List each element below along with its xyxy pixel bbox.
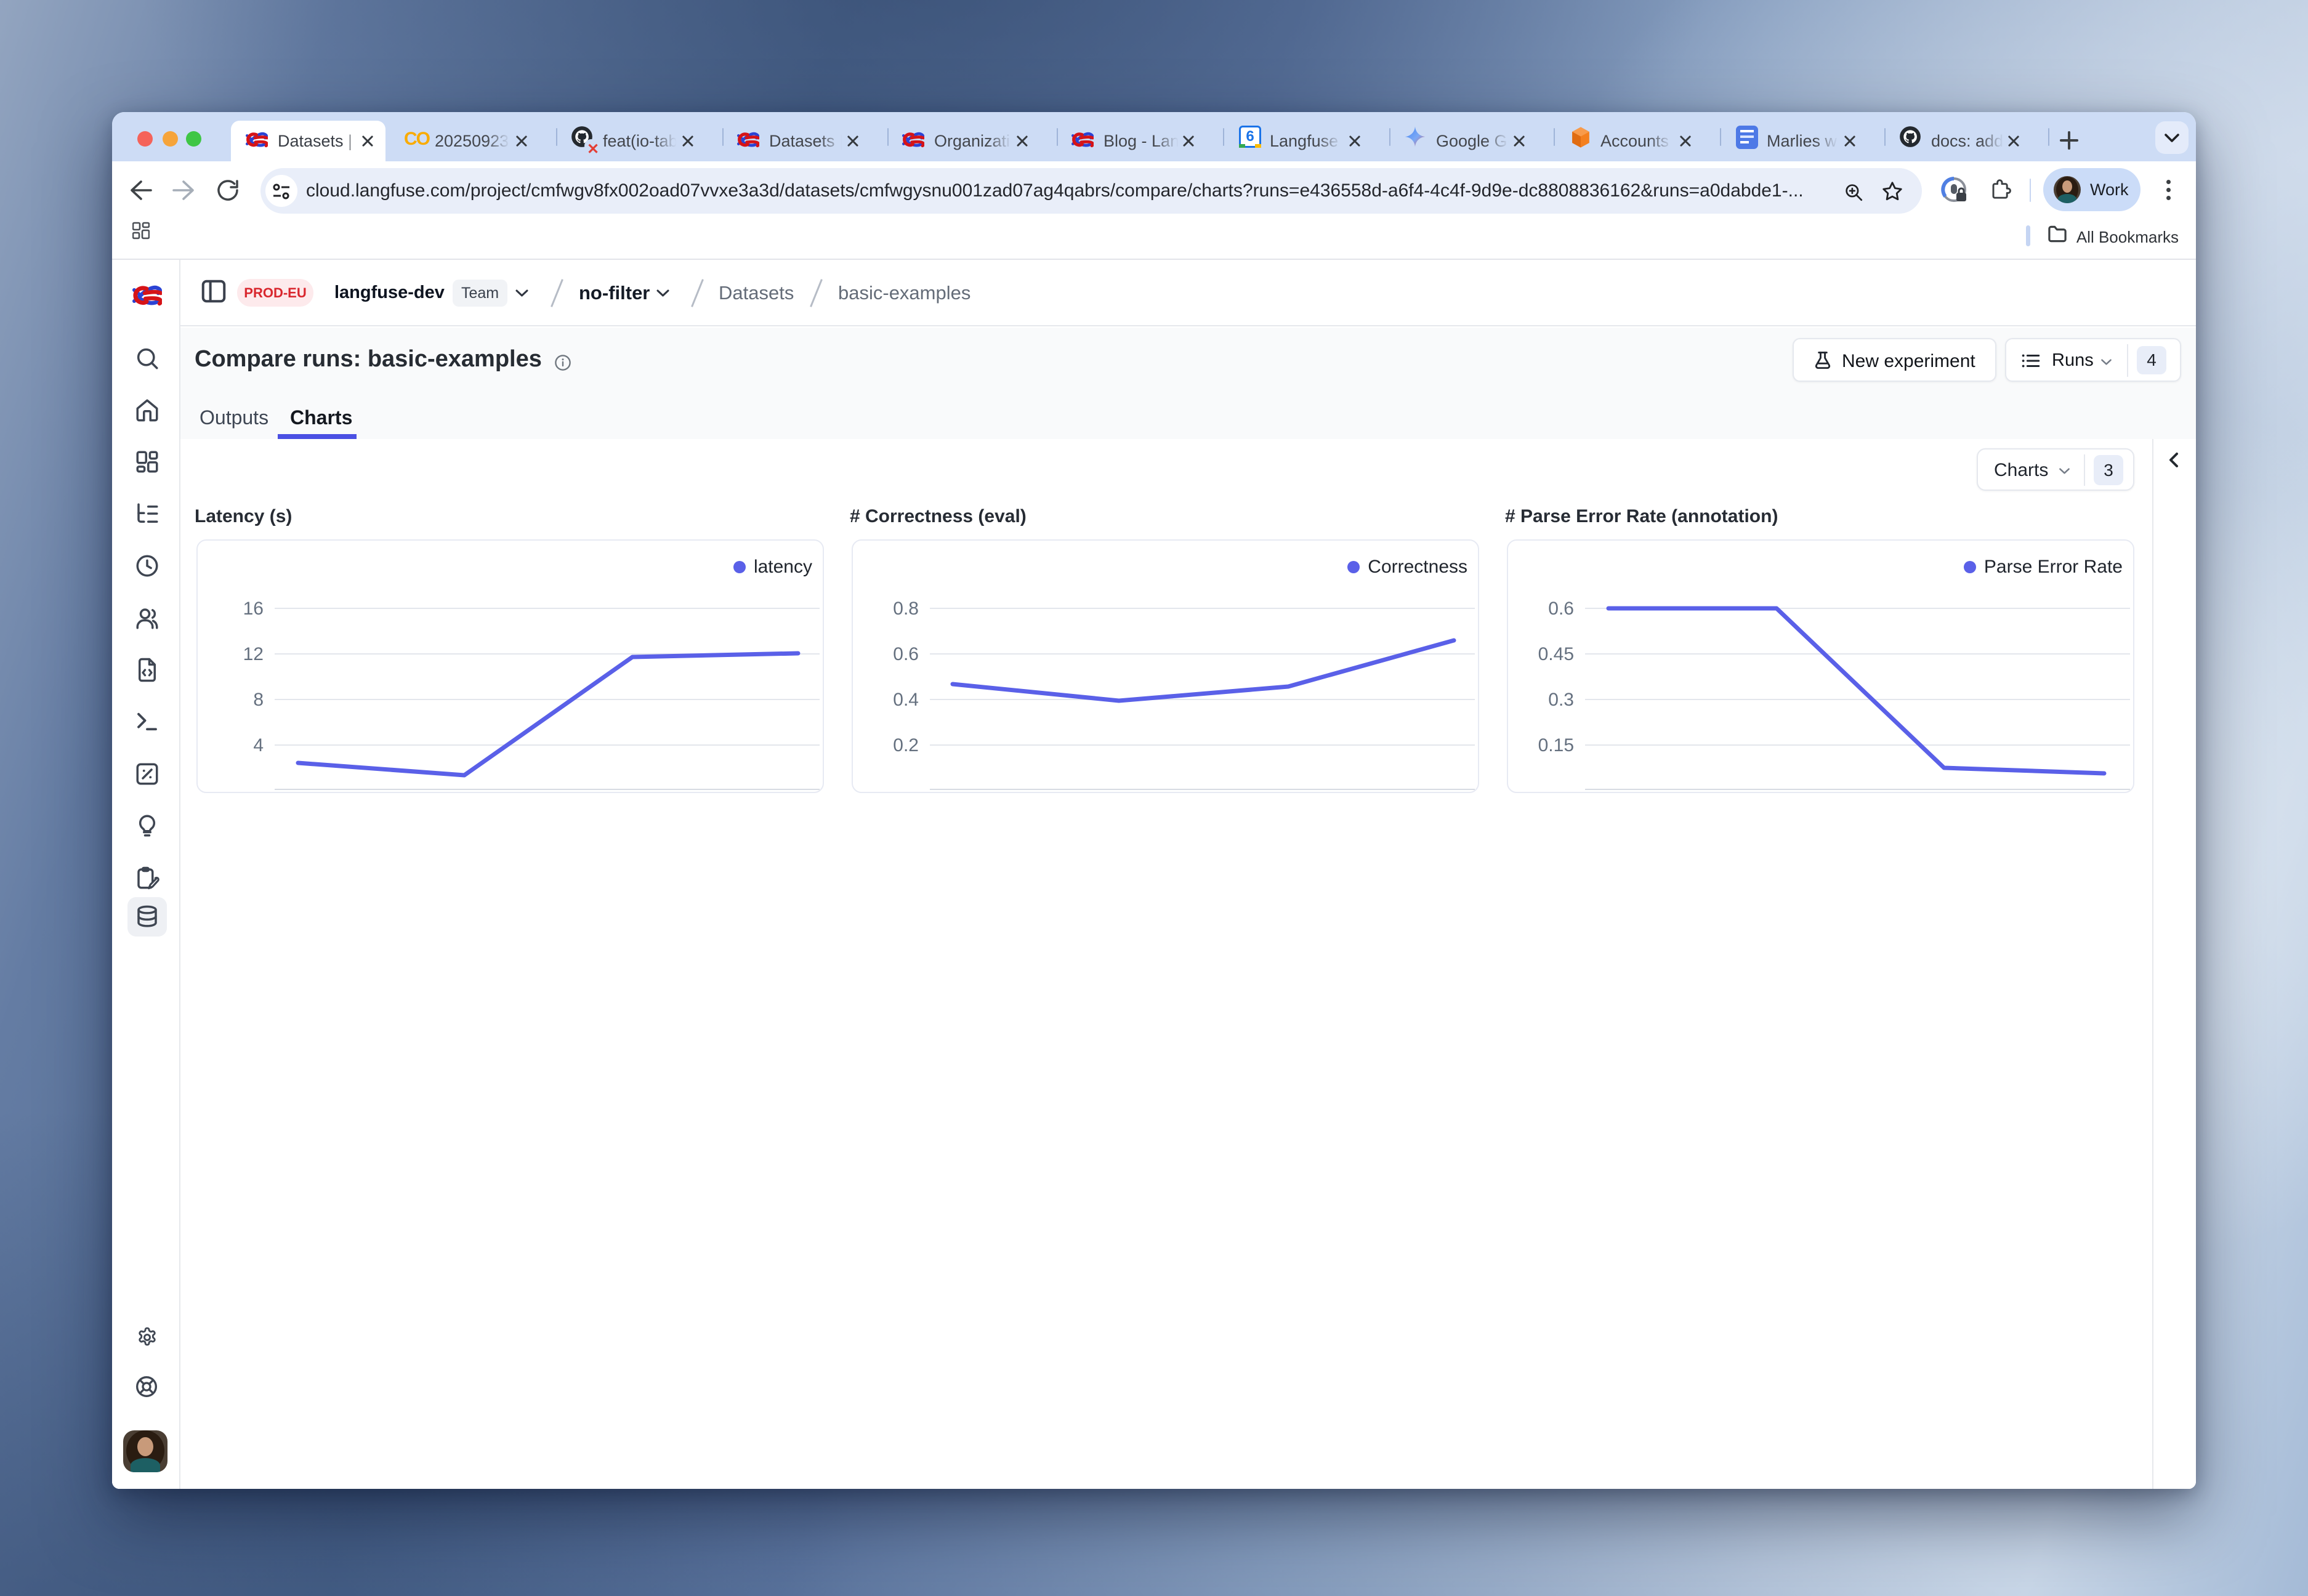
svg-text:0.8: 0.8 — [893, 598, 919, 619]
svg-text:0.3: 0.3 — [1548, 690, 1574, 710]
svg-text:0.6: 0.6 — [1548, 598, 1574, 619]
svg-text:16: 16 — [243, 598, 264, 619]
svg-text:0.2: 0.2 — [893, 735, 919, 756]
svg-text:8: 8 — [253, 690, 264, 710]
svg-text:0.15: 0.15 — [1538, 735, 1574, 756]
svg-text:0.6: 0.6 — [893, 644, 919, 664]
svg-text:0.45: 0.45 — [1538, 644, 1574, 664]
svg-text:12: 12 — [243, 644, 264, 664]
svg-text:0.4: 0.4 — [893, 690, 919, 710]
svg-text:4: 4 — [253, 735, 264, 756]
